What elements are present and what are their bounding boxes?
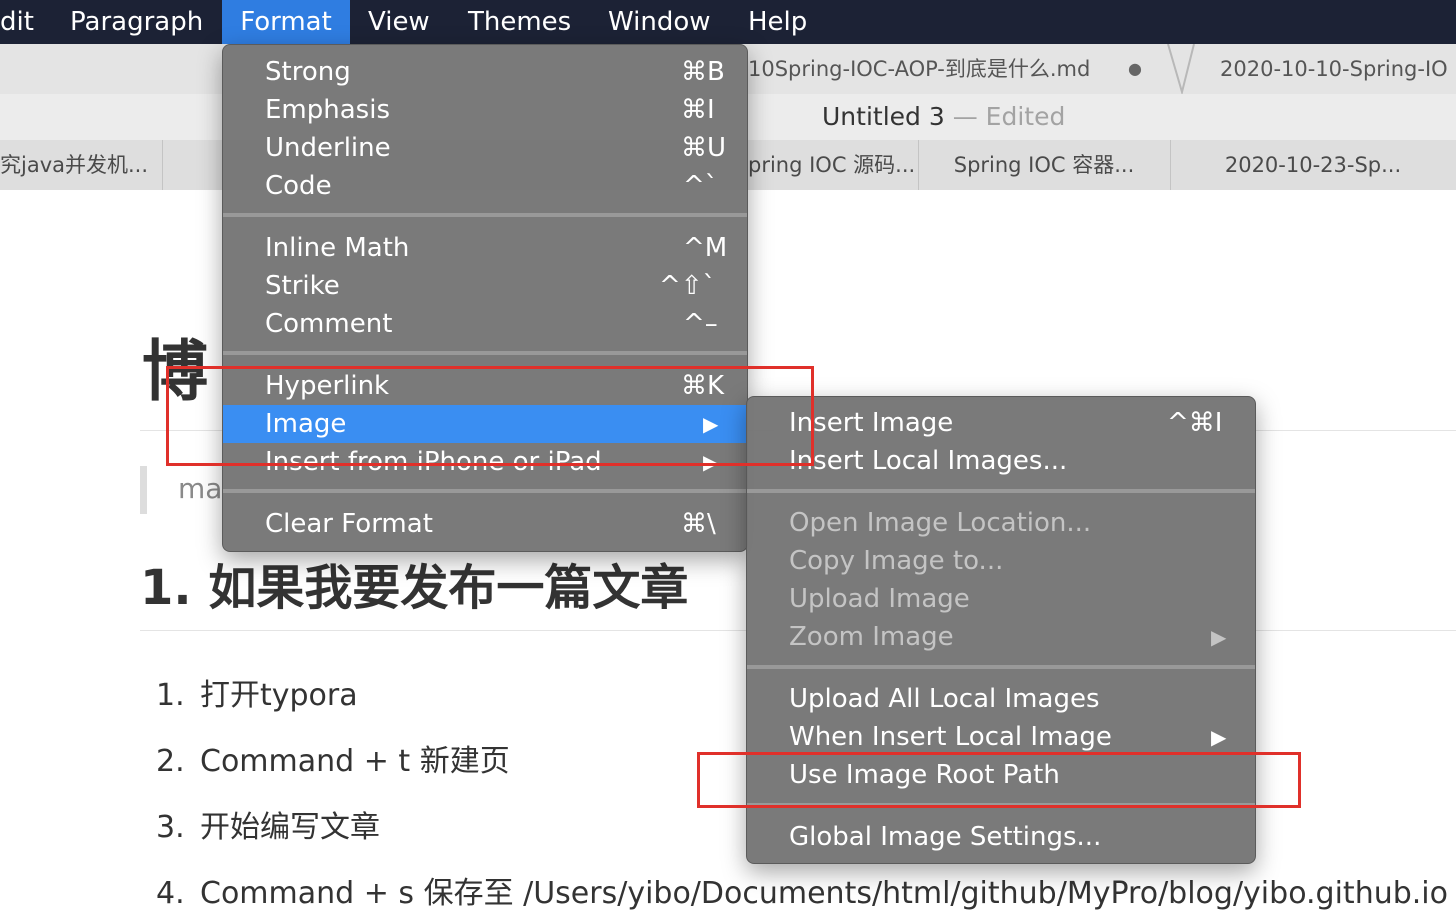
menubar-item-window[interactable]: Window bbox=[608, 0, 711, 44]
menu-item-label: When Insert Local Image bbox=[789, 722, 1112, 752]
menu-item-shortcut: ^M bbox=[683, 233, 728, 263]
menu-item-label: Strike bbox=[265, 271, 340, 301]
menu-item-strike[interactable]: Strike ^⇧` bbox=[223, 267, 747, 305]
list-text: 开始编写文章 bbox=[200, 810, 380, 845]
submenu-arrow-icon: ▶ bbox=[1211, 625, 1227, 649]
window-title-name: Untitled 3 bbox=[822, 102, 945, 131]
list-number: 4. bbox=[156, 876, 185, 911]
menu-item-open-image-location: Open Image Location... bbox=[747, 504, 1255, 542]
section-heading: 1. 如果我要发布一篇文章 bbox=[140, 560, 689, 616]
menubar-item-paragraph[interactable]: Paragraph bbox=[70, 0, 203, 44]
menu-item-insert-local-images[interactable]: Insert Local Images... bbox=[747, 442, 1255, 480]
menu-item-upload-all-local-images[interactable]: Upload All Local Images bbox=[747, 680, 1255, 718]
blockquote-bar bbox=[140, 466, 147, 514]
list-number: 1. bbox=[156, 678, 185, 713]
submenu-arrow-icon: ▶ bbox=[1211, 725, 1227, 749]
document-tab[interactable]: 究java并发机... bbox=[0, 140, 163, 190]
file-tab-label: 2020-10-10-Spring-IO bbox=[1220, 57, 1448, 81]
menu-item-shortcut: ^– bbox=[683, 309, 718, 339]
list-item: 1. 打开typora bbox=[156, 670, 358, 714]
file-tab[interactable]: 10Spring-IOC-AOP-到底是什么.md ● bbox=[748, 44, 1146, 94]
menu-item-label: Inline Math bbox=[265, 233, 410, 263]
menubar-item-help[interactable]: Help bbox=[748, 0, 807, 44]
list-number: 2. bbox=[156, 744, 185, 779]
menu-item-zoom-image: Zoom Image ▶ bbox=[747, 618, 1255, 656]
menu-separator bbox=[223, 489, 747, 493]
document-tab[interactable]: 2020-10-23-Sp... bbox=[1170, 140, 1456, 190]
menu-bar: dit Paragraph Format View Themes Window … bbox=[0, 0, 1456, 44]
menu-item-when-insert-local-image[interactable]: When Insert Local Image ▶ bbox=[747, 718, 1255, 756]
document-tab[interactable]: Spring IOC 容器... bbox=[918, 140, 1171, 190]
menu-item-label: Comment bbox=[265, 309, 393, 339]
menu-separator bbox=[223, 351, 747, 355]
unsaved-dot-icon: ● bbox=[1128, 59, 1142, 78]
menu-item-shortcut: ^⌘I bbox=[1167, 408, 1223, 438]
file-tab-label: 10Spring-IOC-AOP-到底是什么.md bbox=[748, 57, 1091, 81]
menu-item-label: Clear Format bbox=[265, 509, 433, 539]
window-title-separator: — bbox=[952, 102, 978, 131]
menu-item-label: Underline bbox=[265, 133, 391, 163]
menu-item-shortcut: ⌘\ bbox=[681, 509, 716, 539]
menu-item-strong[interactable]: Strong ⌘B bbox=[223, 53, 747, 91]
menu-item-global-image-settings[interactable]: Global Image Settings... bbox=[747, 818, 1255, 856]
list-item: 3. 开始编写文章 bbox=[156, 802, 380, 846]
menu-item-label: Zoom Image bbox=[789, 622, 954, 652]
menubar-item-format[interactable]: Format bbox=[222, 0, 350, 44]
menu-item-code[interactable]: Code ^` bbox=[223, 167, 747, 205]
menu-item-clear-format[interactable]: Clear Format ⌘\ bbox=[223, 505, 747, 543]
window-title: Untitled 3 — Edited bbox=[822, 94, 1065, 140]
list-text: Command + s 保存至 /Users/yibo/Documents/ht… bbox=[200, 876, 1448, 911]
menu-item-upload-image: Upload Image bbox=[747, 580, 1255, 618]
list-number: 3. bbox=[156, 810, 185, 845]
menu-item-label: Upload Image bbox=[789, 584, 970, 614]
menubar-item-view[interactable]: View bbox=[368, 0, 430, 44]
menu-separator bbox=[747, 489, 1255, 493]
menubar-item-edit[interactable]: dit bbox=[0, 0, 34, 44]
menu-item-comment[interactable]: Comment ^– bbox=[223, 305, 747, 343]
menu-item-label: Open Image Location... bbox=[789, 508, 1092, 538]
tab-divider-icon bbox=[1167, 44, 1195, 94]
menubar-item-themes[interactable]: Themes bbox=[468, 0, 571, 44]
menu-item-emphasis[interactable]: Emphasis ⌘I bbox=[223, 91, 747, 129]
list-item: 2. Command + t 新建页 bbox=[156, 736, 510, 780]
list-item: 4. Command + s 保存至 /Users/yibo/Documents/… bbox=[156, 868, 1448, 912]
menu-item-label: Global Image Settings... bbox=[789, 822, 1102, 852]
menu-item-underline[interactable]: Underline ⌘U bbox=[223, 129, 747, 167]
window-title-status: Edited bbox=[985, 102, 1066, 131]
menu-item-insert-image[interactable]: Insert Image ^⌘I bbox=[747, 404, 1255, 442]
menu-separator bbox=[747, 665, 1255, 669]
menu-item-shortcut: ⌘I bbox=[681, 95, 715, 125]
highlight-box-image bbox=[166, 366, 814, 466]
menu-separator bbox=[223, 213, 747, 217]
menu-item-shortcut: ^⇧` bbox=[659, 271, 716, 301]
menu-item-shortcut: ⌘U bbox=[681, 133, 727, 163]
document-tab[interactable]: pring IOC 源码... bbox=[748, 140, 919, 190]
blockquote-text: ma bbox=[178, 472, 223, 505]
menu-item-shortcut: ^` bbox=[683, 171, 718, 201]
list-text: 打开typora bbox=[200, 678, 358, 713]
format-menu: Strong ⌘B Emphasis ⌘I Underline ⌘U Code … bbox=[222, 44, 748, 552]
file-tab[interactable]: 2020-10-10-Spring-IO bbox=[1220, 44, 1456, 94]
highlight-box-root-path bbox=[697, 752, 1301, 808]
menu-item-label: Copy Image to... bbox=[789, 546, 1004, 576]
menu-item-label: Insert Local Images... bbox=[789, 446, 1068, 476]
menu-item-label: Code bbox=[265, 171, 332, 201]
list-text: Command + t 新建页 bbox=[200, 744, 510, 779]
menu-item-label: Upload All Local Images bbox=[789, 684, 1100, 714]
menu-item-label: Emphasis bbox=[265, 95, 390, 125]
menu-item-label: Strong bbox=[265, 57, 351, 87]
menu-item-copy-image-to: Copy Image to... bbox=[747, 542, 1255, 580]
menu-item-inline-math[interactable]: Inline Math ^M bbox=[223, 229, 747, 267]
menu-item-shortcut: ⌘B bbox=[681, 57, 725, 87]
